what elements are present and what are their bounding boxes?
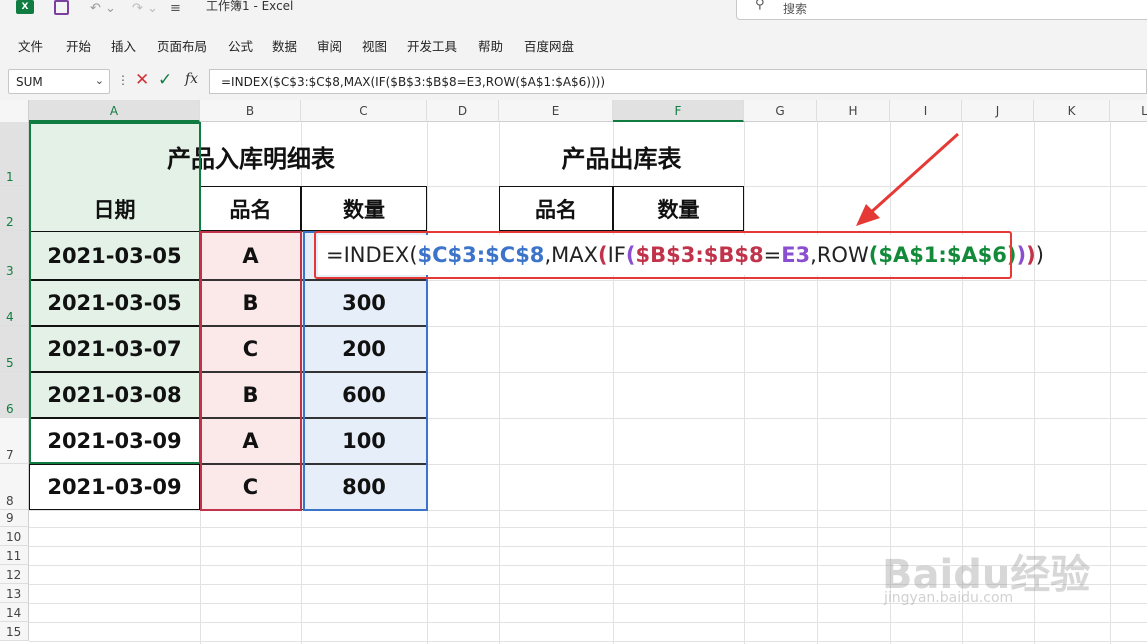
date-cell[interactable]: 2021-03-09 — [29, 418, 200, 464]
formula-bar: SUM ⌄ ⋮ ✕ ✓ fx =INDEX($C$3:$C$8,MAX(IF($… — [0, 64, 1147, 100]
name-cell[interactable]: A — [200, 231, 301, 280]
row-header-2[interactable]: 2 — [0, 186, 29, 231]
baidu-watermark-url: jingyan.baidu.com — [884, 590, 1014, 606]
tab-view[interactable]: 视图 — [362, 36, 387, 55]
excel-logo-icon: X — [16, 0, 34, 14]
header-qty[interactable]: 数量 — [301, 186, 427, 231]
qty-cell[interactable]: 800 — [301, 464, 427, 510]
column-header-j[interactable]: J — [962, 100, 1034, 122]
name-box[interactable]: SUM ⌄ — [8, 69, 110, 94]
column-header-i[interactable]: I — [890, 100, 962, 122]
enter-icon[interactable]: ✓ — [158, 70, 172, 90]
formula-token: ) — [1026, 243, 1036, 267]
row-header-15[interactable]: 15 — [0, 622, 29, 641]
header-date[interactable]: 日期 — [29, 186, 200, 231]
outbound-header-qty[interactable]: 数量 — [613, 186, 744, 231]
search-icon: ⚲ — [755, 0, 765, 12]
column-header-e[interactable]: E — [499, 100, 613, 122]
row-header-4[interactable]: 4 — [0, 280, 29, 326]
column-header-b[interactable]: B — [200, 100, 301, 122]
name-cell[interactable]: C — [200, 326, 301, 372]
tab-home[interactable]: 开始 — [66, 36, 91, 55]
column-header-k[interactable]: K — [1034, 100, 1110, 122]
ribbon-tabs: 文件 开始 插入 页面布局 公式 数据 审阅 视图 开发工具 帮助 百度网盘 — [0, 26, 1147, 64]
column-header-c[interactable]: C — [301, 100, 427, 122]
date-cell[interactable]: 2021-03-05 — [29, 231, 200, 280]
row-gridline — [29, 622, 1147, 623]
column-header-a[interactable]: A — [29, 100, 200, 122]
date-cell[interactable]: 2021-03-08 — [29, 372, 200, 418]
insert-function-icon[interactable]: fx — [185, 71, 198, 87]
title-bar: X ↶ ⌄ ↷ ⌄ ≡ 工作簿1 - Excel ⚲ 搜索 — [0, 0, 1147, 26]
more-options-icon[interactable]: ⋮ — [117, 73, 129, 87]
column-header-l[interactable]: L — [1110, 100, 1147, 122]
formula-highlight-box — [314, 231, 1012, 279]
row-gridline — [29, 527, 1147, 528]
name-cell[interactable]: B — [200, 280, 301, 326]
column-header-d[interactable]: D — [427, 100, 499, 122]
row-header-1[interactable]: 1 — [0, 122, 29, 186]
formula-input[interactable]: =INDEX($C$3:$C$8,MAX(IF($B$3:$B$8=E3,ROW… — [209, 69, 1147, 94]
row-header-9[interactable]: 9 — [0, 510, 29, 527]
tab-developer[interactable]: 开发工具 — [407, 36, 457, 55]
outbound-title[interactable]: 产品出库表 — [499, 122, 744, 190]
outbound-header-name[interactable]: 品名 — [499, 186, 613, 231]
tab-insert[interactable]: 插入 — [111, 36, 136, 55]
date-cell[interactable]: 2021-03-09 — [29, 464, 200, 510]
row-header-7[interactable]: 7 — [0, 418, 29, 464]
qty-cell[interactable]: 600 — [301, 372, 427, 418]
column-gridline — [817, 122, 818, 644]
name-cell[interactable]: A — [200, 418, 301, 464]
column-header-g[interactable]: G — [744, 100, 817, 122]
column-header-row: ABCDEFGHIJKL — [0, 100, 1147, 122]
select-all-corner[interactable] — [0, 100, 29, 122]
date-cell[interactable]: 2021-03-05 — [29, 280, 200, 326]
formula-token: ) — [1016, 243, 1027, 267]
search-box[interactable]: ⚲ 搜索 — [736, 0, 1147, 20]
qty-cell[interactable]: 300 — [301, 280, 427, 326]
name-box-value: SUM — [16, 75, 43, 89]
formula-token: ) — [1035, 243, 1044, 267]
row-gridline — [29, 641, 1147, 642]
tab-review[interactable]: 审阅 — [317, 36, 342, 55]
window-title: 工作簿1 - Excel — [206, 0, 294, 13]
qty-cell[interactable]: 200 — [301, 326, 427, 372]
tab-help[interactable]: 帮助 — [478, 36, 503, 55]
inbound-title[interactable]: 产品入库明细表 — [29, 122, 433, 190]
redo-icon[interactable]: ↷ ⌄ — [132, 0, 158, 16]
save-icon[interactable] — [54, 0, 69, 15]
row-header-6[interactable]: 6 — [0, 372, 29, 418]
row-header-5[interactable]: 5 — [0, 326, 29, 372]
search-placeholder: 搜索 — [783, 2, 808, 16]
header-name[interactable]: 品名 — [200, 186, 301, 231]
tab-data[interactable]: 数据 — [272, 36, 297, 55]
tab-page-layout[interactable]: 页面布局 — [157, 36, 207, 55]
row-header-13[interactable]: 13 — [0, 584, 29, 603]
qty-cell[interactable]: 100 — [301, 418, 427, 464]
column-header-h[interactable]: H — [817, 100, 890, 122]
cancel-icon[interactable]: ✕ — [135, 70, 149, 90]
column-gridline — [427, 122, 428, 644]
row-gridline — [29, 510, 1147, 511]
date-cell[interactable]: 2021-03-07 — [29, 326, 200, 372]
column-gridline — [1110, 122, 1111, 644]
row-header-12[interactable]: 12 — [0, 565, 29, 584]
row-header-14[interactable]: 14 — [0, 603, 29, 622]
chevron-down-icon[interactable]: ⌄ — [95, 74, 104, 87]
name-cell[interactable]: B — [200, 372, 301, 418]
undo-icon[interactable]: ↶ ⌄ — [90, 0, 116, 16]
tab-baidu-netdisk[interactable]: 百度网盘 — [524, 36, 574, 55]
tab-file[interactable]: 文件 — [18, 36, 43, 55]
tab-formulas[interactable]: 公式 — [228, 36, 253, 55]
row-header-3[interactable]: 3 — [0, 231, 29, 280]
column-header-f[interactable]: F — [613, 100, 744, 122]
row-header-11[interactable]: 11 — [0, 546, 29, 565]
customize-qat-icon[interactable]: ≡ — [170, 0, 181, 16]
row-header-8[interactable]: 8 — [0, 464, 29, 510]
column-gridline — [744, 122, 745, 644]
row-header-10[interactable]: 10 — [0, 527, 29, 546]
name-cell[interactable]: C — [200, 464, 301, 510]
